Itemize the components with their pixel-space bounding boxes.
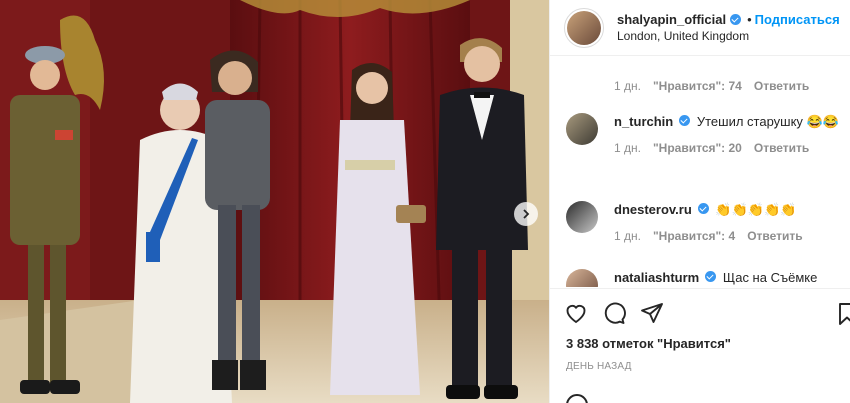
commenter-avatar[interactable] xyxy=(566,113,598,145)
comment-icon[interactable] xyxy=(602,301,626,325)
comment-likes[interactable]: "Нравится": 74 xyxy=(653,79,742,93)
verified-icon xyxy=(705,271,717,282)
emoji-icon[interactable] xyxy=(566,394,588,403)
post-location[interactable]: London, United Kingdom xyxy=(617,28,840,45)
share-icon[interactable] xyxy=(640,301,664,325)
comment-item: nataliashturm Щас на Съёмке xyxy=(566,269,839,287)
post-actions: 3 838 отметок "Нравится" ДЕНЬ НАЗАД xyxy=(550,288,850,403)
commenter-username[interactable]: nataliashturm xyxy=(614,270,699,285)
reply-button[interactable]: Ответить xyxy=(754,79,809,93)
post-header: shalyapin_official • Подписаться London,… xyxy=(550,0,850,56)
comments-list[interactable]: 1 дн. "Нравится": 74 Ответить n_turchin … xyxy=(550,57,850,287)
comment-text: Щас на Съёмке xyxy=(722,270,818,285)
author-username[interactable]: shalyapin_official xyxy=(617,11,726,28)
instagram-post: shalyapin_official • Подписаться London,… xyxy=(0,0,850,403)
carousel-next-button[interactable] xyxy=(514,202,538,226)
post-side-panel: shalyapin_official • Подписаться London,… xyxy=(549,0,850,403)
reply-button[interactable]: Ответить xyxy=(754,141,809,155)
comment-time[interactable]: 1 дн. xyxy=(614,229,641,243)
commenter-avatar[interactable] xyxy=(566,269,598,287)
post-photo[interactable] xyxy=(0,0,549,403)
wax-figures-image xyxy=(0,0,549,403)
action-icons xyxy=(550,289,850,337)
commenter-username[interactable]: n_turchin xyxy=(614,114,673,129)
comment-text: 👏👏👏👏👏 xyxy=(715,202,797,217)
post-date[interactable]: ДЕНЬ НАЗАД xyxy=(566,361,632,372)
author-avatar[interactable] xyxy=(564,7,604,48)
bookmark-icon[interactable] xyxy=(837,302,850,326)
comment-text: Утешил старушку 😂😂 xyxy=(696,114,839,129)
commenter-avatar[interactable] xyxy=(566,201,598,233)
verified-icon xyxy=(697,203,709,214)
follow-button[interactable]: Подписаться xyxy=(755,11,840,28)
separator-dot: • xyxy=(747,11,752,27)
comment-item: n_turchin Утешил старушку 😂😂 1 дн. "Нрав… xyxy=(566,113,839,155)
comment-meta: 1 дн. "Нравится": 4 Ответить xyxy=(614,229,839,243)
reply-button[interactable]: Ответить xyxy=(747,229,802,243)
likes-count[interactable]: 3 838 отметок "Нравится" xyxy=(566,336,731,351)
commenter-username[interactable]: dnesterov.ru xyxy=(614,202,692,217)
comment-likes[interactable]: "Нравится": 20 xyxy=(653,141,742,155)
comment-time[interactable]: 1 дн. xyxy=(614,141,641,155)
verified-icon xyxy=(679,115,691,126)
comment-meta: 1 дн. "Нравится": 74 Ответить xyxy=(614,79,809,93)
heart-icon[interactable] xyxy=(564,301,588,325)
carousel-next-icon xyxy=(523,209,530,219)
verified-icon xyxy=(730,13,742,25)
comment-likes[interactable]: "Нравится": 4 xyxy=(653,229,735,243)
comment-meta: 1 дн. "Нравится": 20 Ответить xyxy=(614,141,839,155)
comment-item: dnesterov.ru 👏👏👏👏👏 1 дн. "Нравится": 4 О… xyxy=(566,201,839,243)
comment-time[interactable]: 1 дн. xyxy=(614,79,641,93)
